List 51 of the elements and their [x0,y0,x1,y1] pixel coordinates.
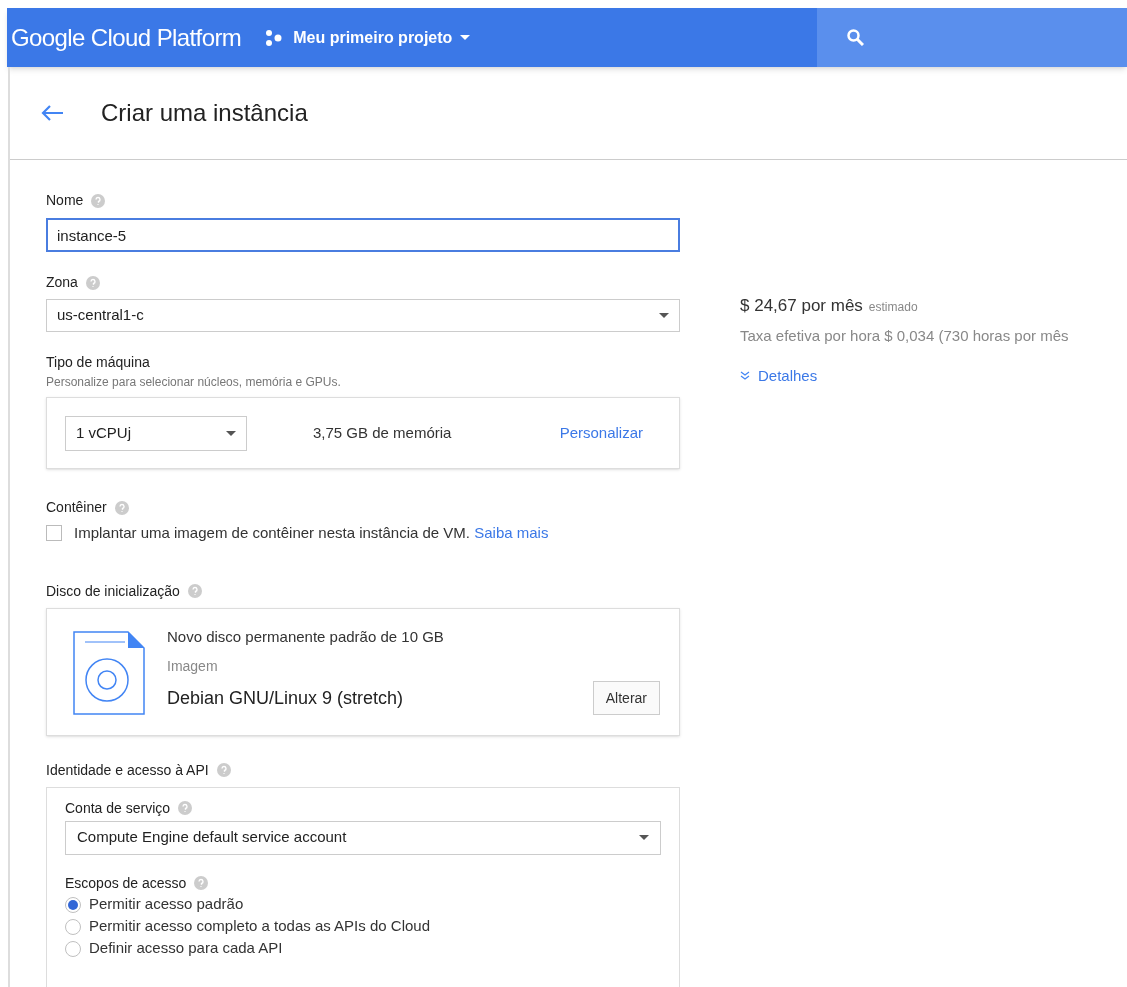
help-icon[interactable] [187,584,202,598]
service-account-dropdown[interactable]: Compute Engine default service account [65,820,661,855]
field-label: Zona [46,273,78,292]
field-label: Disco de inicialização [46,581,180,601]
radio-label: Permitir acesso padrão [89,894,244,915]
help-icon[interactable] [216,763,231,777]
radio-button[interactable] [65,940,81,957]
help-icon[interactable] [85,275,100,290]
radio-button[interactable] [65,918,81,935]
field-label: Contêiner [46,498,107,517]
field-label: Nome [46,191,84,210]
disk-title: Novo disco permanente padrão de 10 GB [167,626,445,647]
page-title: Criar uma instância [101,98,308,128]
memory-text: 3,75 GB de memória [313,422,452,443]
help-icon[interactable] [194,876,209,890]
caret-icon [226,430,236,436]
image-name: Debian GNU/Linux 9 (stretch) [167,686,404,710]
project-selector[interactable]: Meu primeiro projeto [265,25,471,50]
checkbox[interactable] [46,525,62,542]
change-button[interactable]: Alterar [592,681,660,715]
field-label: Identidade e acesso à API [46,760,209,780]
zone-dropdown[interactable]: us-central1-c [46,299,680,332]
hourly-rate-text: Taxa efetiva por hora $ 0,034 (730 horas por mês [740,325,1069,346]
estimate-text: estimado [868,299,918,316]
field-label: Conta de serviço [65,798,171,818]
disk-file-icon [73,630,145,715]
help-icon[interactable] [91,193,106,208]
help-icon[interactable] [114,500,129,515]
learn-more-link[interactable]: Saiba mais [474,524,549,541]
double-chevron-icon [740,371,750,382]
image-label: Imagem [167,657,219,676]
details-link[interactable]: Detalhes [740,365,1069,388]
field-label: Escopos de acesso [65,873,187,893]
checkbox-label: Implantar uma imagem de contêiner nesta instância de VM. Saiba mais [74,523,549,543]
brand-title[interactable]: Google Cloud Platform [11,19,242,56]
caret-icon [659,313,669,318]
cpu-dropdown[interactable]: 1 vCPUj [65,415,247,451]
customize-link[interactable]: Personalizar [559,421,643,445]
back-arrow-icon[interactable] [40,104,64,122]
radio-label: Permitir acesso completo a todas as APIs do Cloud [89,916,430,937]
radio-label: Definir acesso para cada API [89,938,283,959]
field-hint: Personalize para selecionar núcleos, memória e GPUs. [46,374,342,391]
caret-icon [460,35,471,40]
field-label: Tipo de máquina [46,353,151,372]
price-text: $ 24,67 por mês [740,295,863,317]
radio-button[interactable] [65,896,81,913]
search-field[interactable] [817,8,1127,67]
caret-icon [639,835,649,840]
name-input[interactable]: instance-5 [46,218,680,252]
help-icon[interactable] [178,801,193,815]
search-icon [847,29,864,46]
